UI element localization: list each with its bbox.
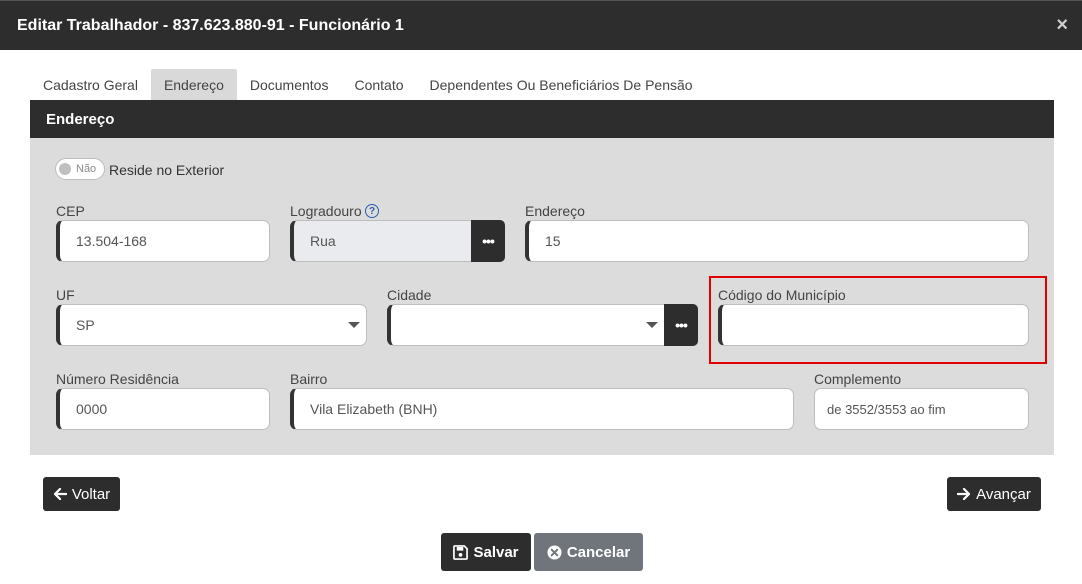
cidade-more-button[interactable]: ••• — [664, 304, 698, 346]
highlight-box — [709, 276, 1047, 364]
avancar-label: Avançar — [976, 485, 1031, 503]
complemento-label: Complemento — [814, 371, 902, 387]
tab-endereco[interactable]: Endereço — [150, 69, 237, 100]
modal-header: Editar Trabalhador - 837.623.880-91 - Fu… — [0, 0, 1082, 50]
tab-documentos[interactable]: Documentos — [237, 69, 342, 100]
uf-label: UF — [56, 287, 75, 303]
close-icon[interactable]: × — [1056, 15, 1068, 35]
arrow-left-icon — [53, 487, 67, 501]
bairro-label: Bairro — [290, 371, 328, 387]
avancar-button[interactable]: Avançar — [947, 477, 1041, 511]
section-header: Endereço — [30, 100, 1054, 138]
logradouro-label: Logradouro — [290, 203, 362, 219]
save-button[interactable]: Salvar — [441, 533, 531, 571]
cidade-label: Cidade — [387, 287, 432, 303]
floppy-icon — [453, 544, 469, 560]
modal-title: Editar Trabalhador - 837.623.880-91 - Fu… — [17, 17, 404, 34]
endereco-input[interactable] — [525, 220, 1029, 262]
toggle-knob — [59, 163, 71, 175]
logradouro-more-button[interactable]: ••• — [471, 220, 505, 262]
voltar-button[interactable]: Voltar — [43, 477, 120, 511]
tab-dependentes[interactable]: Dependentes Ou Beneficiários De Pensão — [417, 69, 706, 100]
logradouro-input[interactable] — [290, 220, 472, 262]
endereco-label: Endereço — [525, 203, 585, 219]
cep-input[interactable] — [56, 220, 270, 262]
help-icon[interactable]: ? — [365, 204, 379, 218]
reside-exterior-label: Reside no Exterior — [109, 162, 225, 178]
numero-input[interactable] — [56, 388, 270, 430]
toggle-text: Não — [76, 163, 97, 175]
tab-bar: Cadastro Geral Endereço Documentos Conta… — [30, 69, 706, 100]
complemento-input[interactable] — [814, 388, 1029, 430]
uf-select[interactable] — [56, 304, 367, 346]
cancel-circle-icon — [547, 544, 562, 560]
bairro-input[interactable] — [290, 388, 794, 430]
tab-cadastro-geral[interactable]: Cadastro Geral — [30, 69, 151, 100]
cancel-button[interactable]: Cancelar — [534, 533, 643, 571]
reside-exterior-toggle[interactable]: Não — [55, 158, 105, 180]
tab-contato[interactable]: Contato — [341, 69, 416, 100]
section-title: Endereço — [46, 111, 115, 128]
voltar-label: Voltar — [71, 485, 111, 503]
cidade-select[interactable] — [387, 304, 665, 346]
numero-label: Número Residência — [56, 371, 179, 387]
cancel-label: Cancelar — [566, 543, 631, 561]
arrow-right-icon — [957, 487, 971, 501]
cep-label: CEP — [56, 203, 85, 219]
save-label: Salvar — [473, 543, 519, 561]
